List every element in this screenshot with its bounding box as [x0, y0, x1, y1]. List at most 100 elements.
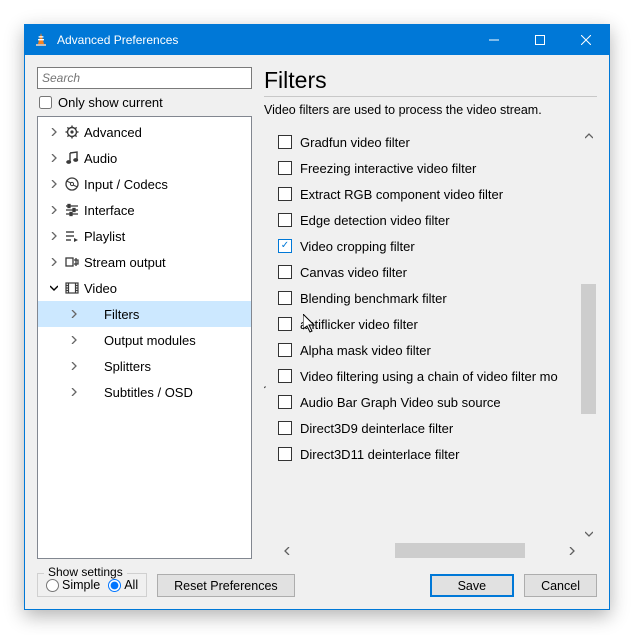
chevron-right-icon[interactable]: [66, 362, 82, 370]
chevron-right-icon[interactable]: [46, 258, 62, 266]
tree-item-audio[interactable]: Audio: [38, 145, 251, 171]
radio-all-label: All: [124, 578, 138, 592]
filter-label: Blending benchmark filter: [300, 291, 447, 306]
show-settings-group: Show settings Simple All: [37, 573, 147, 597]
cancel-button[interactable]: Cancel: [524, 574, 597, 597]
filter-checkbox-antiflicker[interactable]: antiflicker video filter: [278, 311, 580, 337]
tree-item-filters[interactable]: Filters: [38, 301, 251, 327]
tree-item-label: Interface: [82, 203, 135, 218]
titlebar: Advanced Preferences: [25, 25, 609, 55]
filter-checkbox-chain[interactable]: Video filtering using a chain of video f…: [278, 363, 580, 389]
filters-list: Gradfun video filter Freezing interactiv…: [264, 127, 580, 542]
scroll-up-icon[interactable]: [580, 127, 597, 144]
tree-item-output-modules[interactable]: Output modules: [38, 327, 251, 353]
filters-scroll-area: r Gradfun video filter Freezing interact…: [264, 127, 597, 542]
scroll-thumb[interactable]: [395, 543, 525, 558]
chevron-right-icon[interactable]: [46, 154, 62, 162]
checkbox-icon[interactable]: [278, 239, 292, 253]
chevron-right-icon[interactable]: [46, 128, 62, 136]
checkbox-icon[interactable]: [278, 265, 292, 279]
page-title: Filters: [264, 67, 597, 94]
checkbox-icon[interactable]: [278, 447, 292, 461]
filter-checkbox-d3d9-deinterlace[interactable]: Direct3D9 deinterlace filter: [278, 415, 580, 441]
chevron-right-icon[interactable]: [46, 180, 62, 188]
chevron-down-icon[interactable]: [46, 284, 62, 292]
scroll-thumb[interactable]: [581, 284, 596, 414]
tree-item-playlist[interactable]: Playlist: [38, 223, 251, 249]
checkbox-icon[interactable]: [278, 395, 292, 409]
scroll-down-icon[interactable]: [580, 525, 597, 542]
chevron-right-icon[interactable]: [66, 310, 82, 318]
tree-item-label: Playlist: [82, 229, 125, 244]
scroll-right-icon[interactable]: [563, 542, 580, 559]
reset-preferences-button[interactable]: Reset Preferences: [157, 574, 295, 597]
only-show-current-checkbox[interactable]: Only show current: [37, 95, 252, 110]
filter-label: Audio Bar Graph Video sub source: [300, 395, 501, 410]
filter-checkbox-audio-bar-graph[interactable]: Audio Bar Graph Video sub source: [278, 389, 580, 415]
tree-item-subtitles-osd[interactable]: Subtitles / OSD: [38, 379, 251, 405]
tree-item-label: Filters: [102, 307, 139, 322]
chevron-right-icon[interactable]: [46, 232, 62, 240]
tree-item-label: Audio: [82, 151, 117, 166]
checkbox-icon[interactable]: [278, 317, 292, 331]
filter-checkbox-edge-detection[interactable]: Edge detection video filter: [278, 207, 580, 233]
checkbox-icon[interactable]: [278, 187, 292, 201]
search-input[interactable]: [37, 67, 252, 89]
gear-icon: [62, 124, 82, 140]
save-button[interactable]: Save: [430, 574, 515, 597]
filter-checkbox-gradfun[interactable]: Gradfun video filter: [278, 129, 580, 155]
filter-label: Canvas video filter: [300, 265, 407, 280]
checkbox-icon[interactable]: [278, 421, 292, 435]
tree-item-label: Subtitles / OSD: [102, 385, 193, 400]
filter-checkbox-extract-rgb[interactable]: Extract RGB component video filter: [278, 181, 580, 207]
show-settings-legend: Show settings: [44, 565, 127, 579]
chevron-right-icon[interactable]: [66, 388, 82, 396]
tree-item-stream-output[interactable]: Stream output: [38, 249, 251, 275]
vertical-scrollbar[interactable]: [580, 127, 597, 542]
tree-item-splitters[interactable]: Splitters: [38, 353, 251, 379]
preferences-tree[interactable]: Advanced Audio Input / Codecs: [37, 116, 252, 559]
chevron-right-icon[interactable]: [66, 336, 82, 344]
sliders-icon: [62, 202, 82, 218]
filter-checkbox-alpha-mask[interactable]: Alpha mask video filter: [278, 337, 580, 363]
minimize-button[interactable]: [471, 25, 517, 55]
horizontal-scrollbar[interactable]: [278, 542, 580, 559]
film-icon: [62, 280, 82, 296]
checkbox-icon[interactable]: [278, 213, 292, 227]
page-description: Video filters are used to process the vi…: [264, 103, 597, 117]
checkbox-icon[interactable]: [278, 291, 292, 305]
filter-label: Direct3D11 deinterlace filter: [300, 447, 459, 462]
scroll-left-icon[interactable]: [278, 542, 295, 559]
checkbox-icon[interactable]: [278, 135, 292, 149]
left-panel: Only show current Advanced Audio: [37, 67, 252, 559]
filter-checkbox-d3d11-deinterlace[interactable]: Direct3D11 deinterlace filter: [278, 441, 580, 467]
checkbox-icon[interactable]: [278, 161, 292, 175]
only-show-current-box[interactable]: [39, 96, 52, 109]
content-area: Only show current Advanced Audio: [25, 55, 609, 609]
filter-label: Gradfun video filter: [300, 135, 410, 150]
filter-label: Video cropping filter: [300, 239, 415, 254]
tree-item-label: Stream output: [82, 255, 166, 270]
filter-checkbox-blending-benchmark[interactable]: Blending benchmark filter: [278, 285, 580, 311]
radio-simple[interactable]: Simple: [46, 578, 100, 592]
tree-item-label: Splitters: [102, 359, 151, 374]
tree-item-label: Input / Codecs: [82, 177, 168, 192]
checkbox-icon[interactable]: [278, 369, 292, 383]
filter-checkbox-canvas[interactable]: Canvas video filter: [278, 259, 580, 285]
checkbox-icon[interactable]: [278, 343, 292, 357]
tree-item-advanced[interactable]: Advanced: [38, 119, 251, 145]
tree-item-video[interactable]: Video: [38, 275, 251, 301]
filter-label: Edge detection video filter: [300, 213, 450, 228]
tree-item-input-codecs[interactable]: Input / Codecs: [38, 171, 251, 197]
filter-checkbox-video-cropping[interactable]: Video cropping filter: [278, 233, 580, 259]
tree-item-interface[interactable]: Interface: [38, 197, 251, 223]
filter-checkbox-freezing[interactable]: Freezing interactive video filter: [278, 155, 580, 181]
maximize-button[interactable]: [517, 25, 563, 55]
app-cone-icon: [33, 32, 49, 48]
divider: [264, 96, 597, 97]
close-button[interactable]: [563, 25, 609, 55]
window: Advanced Preferences Only show current: [24, 24, 610, 610]
radio-all[interactable]: All: [108, 578, 138, 592]
chevron-right-icon[interactable]: [46, 206, 62, 214]
filter-label: Freezing interactive video filter: [300, 161, 476, 176]
